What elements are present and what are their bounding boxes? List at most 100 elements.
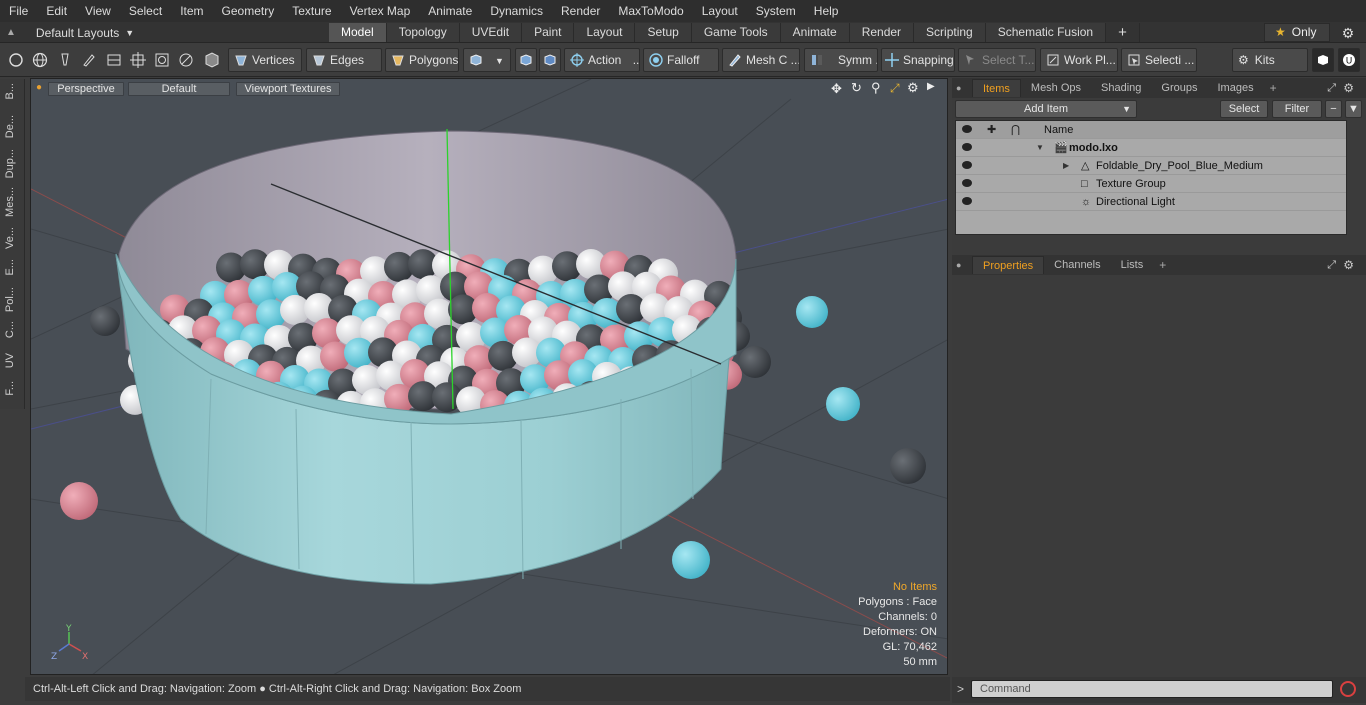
item-row[interactable]: ▶ △ Foldable_Dry_Pool_Blue_Medium: [956, 157, 1346, 175]
panel-tab-items[interactable]: Items: [972, 79, 1021, 97]
left-tab-2[interactable]: Dup...: [4, 149, 21, 178]
tab-game-tools[interactable]: Game Tools: [691, 23, 781, 42]
menu-item-vertex-map[interactable]: Vertex Map: [341, 0, 420, 22]
panel-tab-channels[interactable]: Channels: [1044, 256, 1110, 274]
tab-setup[interactable]: Setup: [635, 23, 692, 42]
scale-icon[interactable]: [176, 50, 196, 70]
panel-tab-images[interactable]: Images: [1208, 79, 1264, 97]
menu-item-item[interactable]: Item: [171, 0, 212, 22]
left-tab-7[interactable]: C...: [4, 321, 21, 338]
select-button[interactable]: Select: [1220, 100, 1268, 118]
work-plane-button[interactable]: Work Pl...: [1040, 48, 1118, 72]
material-icon[interactable]: [202, 50, 222, 70]
panel-menu-icon[interactable]: ●: [952, 83, 972, 93]
panel-tab-shading[interactable]: Shading: [1091, 79, 1151, 97]
filter-button[interactable]: Filter: [1272, 100, 1322, 118]
transform-icon[interactable]: [104, 50, 124, 70]
panel-tab-groups[interactable]: Groups: [1151, 79, 1207, 97]
move-icon[interactable]: [128, 50, 148, 70]
add-item-button[interactable]: Add Item ▼: [955, 100, 1137, 118]
left-tab-8[interactable]: UV: [4, 353, 21, 368]
record-icon[interactable]: [1340, 681, 1356, 697]
circle-select-icon[interactable]: [6, 50, 26, 70]
polygons-button[interactable]: Polygons: [385, 48, 459, 72]
orbit-icon[interactable]: ↻: [851, 80, 862, 96]
visibility-eye-icon[interactable]: [962, 197, 972, 205]
left-tab-4[interactable]: Ve...: [4, 227, 21, 249]
3d-viewport[interactable]: Y X Z ● Perspective Default Viewport Tex…: [30, 78, 948, 675]
properties-menu-icon[interactable]: ●: [952, 260, 972, 270]
gear-icon[interactable]: ⚙: [1340, 25, 1356, 41]
tab-layout[interactable]: Layout: [574, 23, 636, 42]
scene-render[interactable]: Y X Z: [31, 79, 948, 675]
brush-icon[interactable]: [79, 50, 99, 70]
left-tab-6[interactable]: Pol...: [4, 287, 21, 312]
panel-tab-lists[interactable]: Lists: [1111, 256, 1154, 274]
item-row[interactable]: ▼ 🎬 modo.lxo: [956, 139, 1346, 157]
snapping-button[interactable]: Snapping: [881, 48, 955, 72]
pen-icon[interactable]: [55, 50, 75, 70]
visibility-eye-icon[interactable]: [962, 179, 972, 187]
menu-item-maxtomodo[interactable]: MaxToModo: [609, 0, 692, 22]
left-tab-3[interactable]: Mes...: [4, 187, 21, 217]
panel-tab-mesh-ops[interactable]: Mesh Ops: [1021, 79, 1091, 97]
menu-item-animate[interactable]: Animate: [419, 0, 481, 22]
tab-animate[interactable]: Animate: [780, 23, 850, 42]
maximize-icon[interactable]: ⤢: [890, 81, 900, 96]
tab-schematic-fusion[interactable]: Schematic Fusion: [985, 23, 1107, 42]
item-row[interactable]: □ Texture Group: [956, 175, 1346, 193]
properties-maximize-icon[interactable]: ⤢: [1327, 259, 1336, 272]
item-mode-dropdown[interactable]: ▼: [463, 48, 511, 72]
unreal-icon[interactable]: U: [1338, 48, 1360, 72]
vertices-button[interactable]: Vertices: [228, 48, 302, 72]
items-panel-maximize-icon[interactable]: ⤢: [1327, 82, 1336, 95]
menu-item-render[interactable]: Render: [552, 0, 609, 22]
select-through-button[interactable]: Select T...: [958, 48, 1036, 72]
viewport-expand-icon[interactable]: ▶: [927, 81, 935, 92]
menu-item-geometry[interactable]: Geometry: [213, 0, 284, 22]
left-tab-1[interactable]: De...: [4, 115, 21, 138]
properties-gear-icon[interactable]: ⚙: [1343, 258, 1354, 272]
edges-button[interactable]: Edges: [306, 48, 382, 72]
viewport-textures-button[interactable]: Viewport Textures: [236, 82, 340, 96]
symmetry-cube-icon[interactable]: [539, 48, 561, 72]
visibility-eye-icon[interactable]: [962, 143, 972, 151]
menu-item-system[interactable]: System: [747, 0, 805, 22]
pan-icon[interactable]: ✥: [831, 81, 842, 97]
shading-style-button[interactable]: Default: [128, 82, 230, 96]
collapse-icon[interactable]: −: [1325, 100, 1342, 118]
menu-item-edit[interactable]: Edit: [37, 0, 76, 22]
left-tab-9[interactable]: F...: [4, 381, 21, 396]
tab-render[interactable]: Render: [849, 23, 915, 42]
action-button[interactable]: Action ...: [564, 48, 640, 72]
expand-down-icon[interactable]: ▼: [1036, 139, 1044, 157]
kits-button[interactable]: ⚙ Kits: [1232, 48, 1308, 72]
view-type-button[interactable]: Perspective: [48, 82, 124, 96]
only-button[interactable]: ★ Only: [1264, 23, 1330, 42]
tab-uvedit[interactable]: UVEdit: [459, 23, 523, 42]
visibility-eye-icon[interactable]: [962, 161, 972, 169]
layout-dropdown[interactable]: ▲ Default Layouts ▼: [6, 24, 134, 41]
menu-item-dynamics[interactable]: Dynamics: [481, 0, 552, 22]
falloff-button[interactable]: Falloff: [643, 48, 719, 72]
menu-item-view[interactable]: View: [76, 0, 120, 22]
snap-cube-icon[interactable]: [515, 48, 537, 72]
menu-item-texture[interactable]: Texture: [283, 0, 340, 22]
tab-scripting[interactable]: Scripting: [914, 23, 986, 42]
tab-model[interactable]: Model: [329, 23, 387, 42]
mesh-constraint-button[interactable]: Mesh C ...: [722, 48, 800, 72]
zoom-icon[interactable]: ⚲: [871, 80, 881, 96]
panel-tab-properties[interactable]: Properties: [972, 256, 1045, 274]
globe-icon[interactable]: [30, 50, 50, 70]
modo-cube-icon[interactable]: [1312, 48, 1334, 72]
rotate-icon[interactable]: [152, 50, 172, 70]
tab-topology[interactable]: Topology: [386, 23, 460, 42]
properties-tab-add-icon[interactable]: +: [1153, 258, 1166, 272]
menu-item-help[interactable]: Help: [805, 0, 848, 22]
items-tab-add-icon[interactable]: +: [1264, 81, 1277, 95]
command-input[interactable]: Command: [971, 680, 1333, 698]
tab-paint[interactable]: Paint: [522, 23, 575, 42]
add-tab-icon[interactable]: +: [1106, 23, 1140, 42]
viewport-menu-dot-icon[interactable]: ●: [36, 82, 42, 93]
menu-item-select[interactable]: Select: [120, 0, 171, 22]
